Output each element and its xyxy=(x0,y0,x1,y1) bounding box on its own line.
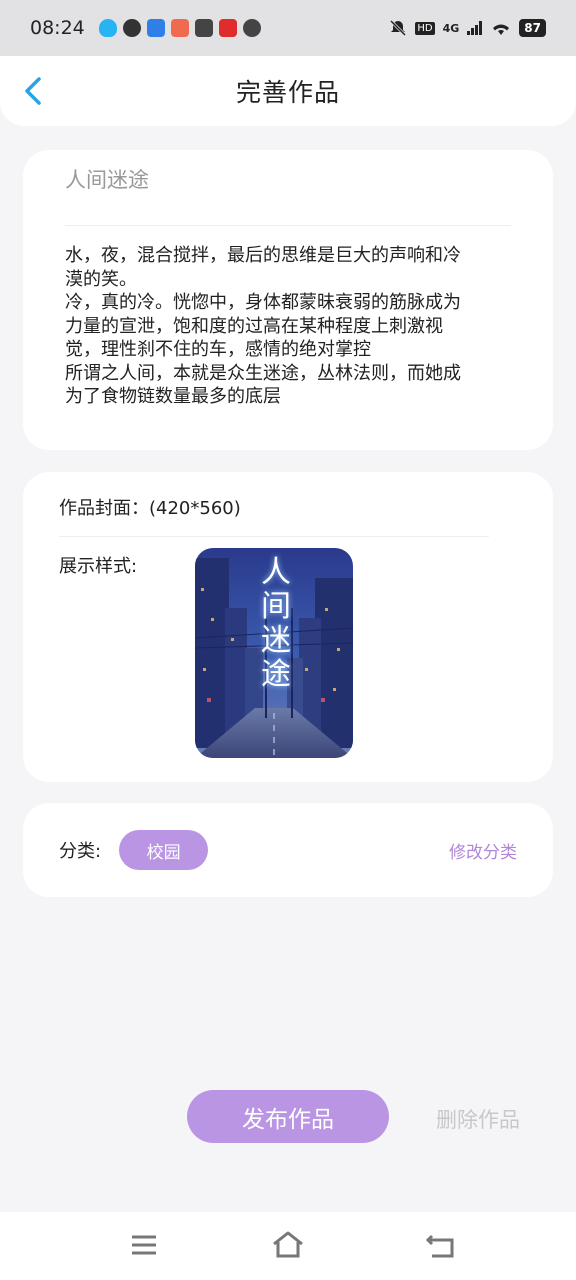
speedometer-icon xyxy=(122,19,141,37)
return-icon xyxy=(425,1234,454,1258)
publish-button[interactable]: 发布作品 xyxy=(187,1090,389,1143)
work-content-card: 人间迷途 水，夜，混合搅拌，最后的思维是巨大的声响和冷 漠的笑。 冷，真的冷。恍… xyxy=(23,150,553,450)
delete-button[interactable]: 删除作品 xyxy=(436,1104,520,1134)
work-title-input[interactable]: 人间迷途 xyxy=(65,168,511,226)
notification-icons xyxy=(98,19,261,37)
status-time: 08:24 xyxy=(30,17,85,39)
work-body-textarea[interactable]: 水，夜，混合搅拌，最后的思维是巨大的声响和冷 漠的笑。 冷，真的冷。恍惚中，身体… xyxy=(65,244,511,409)
app-orange-icon xyxy=(170,19,189,37)
page-title: 完善作品 xyxy=(235,78,340,107)
edit-category-link[interactable]: 修改分类 xyxy=(449,838,517,863)
status-bar: 08:24 HD 4G 87 xyxy=(0,0,576,56)
chevron-left-icon xyxy=(25,77,41,105)
home-nav-button[interactable] xyxy=(270,1230,306,1260)
menu-nav-button[interactable] xyxy=(128,1230,164,1260)
back-nav-button[interactable] xyxy=(424,1230,460,1260)
cover-image[interactable]: 人间迷途 xyxy=(195,548,353,758)
mute-bell-icon xyxy=(390,19,407,37)
chat-bubble-icon xyxy=(242,19,261,37)
category-chip[interactable]: 校园 xyxy=(119,830,209,870)
app-blue-icon xyxy=(146,19,165,37)
cover-image-title: 人间迷途 xyxy=(261,555,291,692)
back-button[interactable] xyxy=(18,76,48,106)
category-label: 分类: xyxy=(59,841,102,862)
cover-label: 作品封面：(420*560) xyxy=(59,494,489,537)
battery-icon: 87 xyxy=(519,19,546,37)
header: 完善作品 xyxy=(0,56,576,126)
cover-card: 作品封面：(420*560) 展示样式: 人间迷途 xyxy=(23,472,553,782)
menu-icon xyxy=(132,1235,156,1255)
app-red-icon xyxy=(218,19,237,37)
home-icon xyxy=(273,1231,303,1258)
wifi-icon xyxy=(493,24,510,35)
signal-icon xyxy=(467,21,483,35)
hd-icon: HD xyxy=(415,21,435,35)
qq-icon xyxy=(98,19,117,37)
network-type: 4G xyxy=(442,21,460,35)
calendar-icon xyxy=(194,19,213,37)
category-card: 分类: 校园 修改分类 xyxy=(23,803,553,897)
system-icons: HD 4G 87 xyxy=(389,19,546,37)
system-nav-bar xyxy=(0,1212,576,1280)
display-style-label: 展示样式: xyxy=(59,556,138,577)
